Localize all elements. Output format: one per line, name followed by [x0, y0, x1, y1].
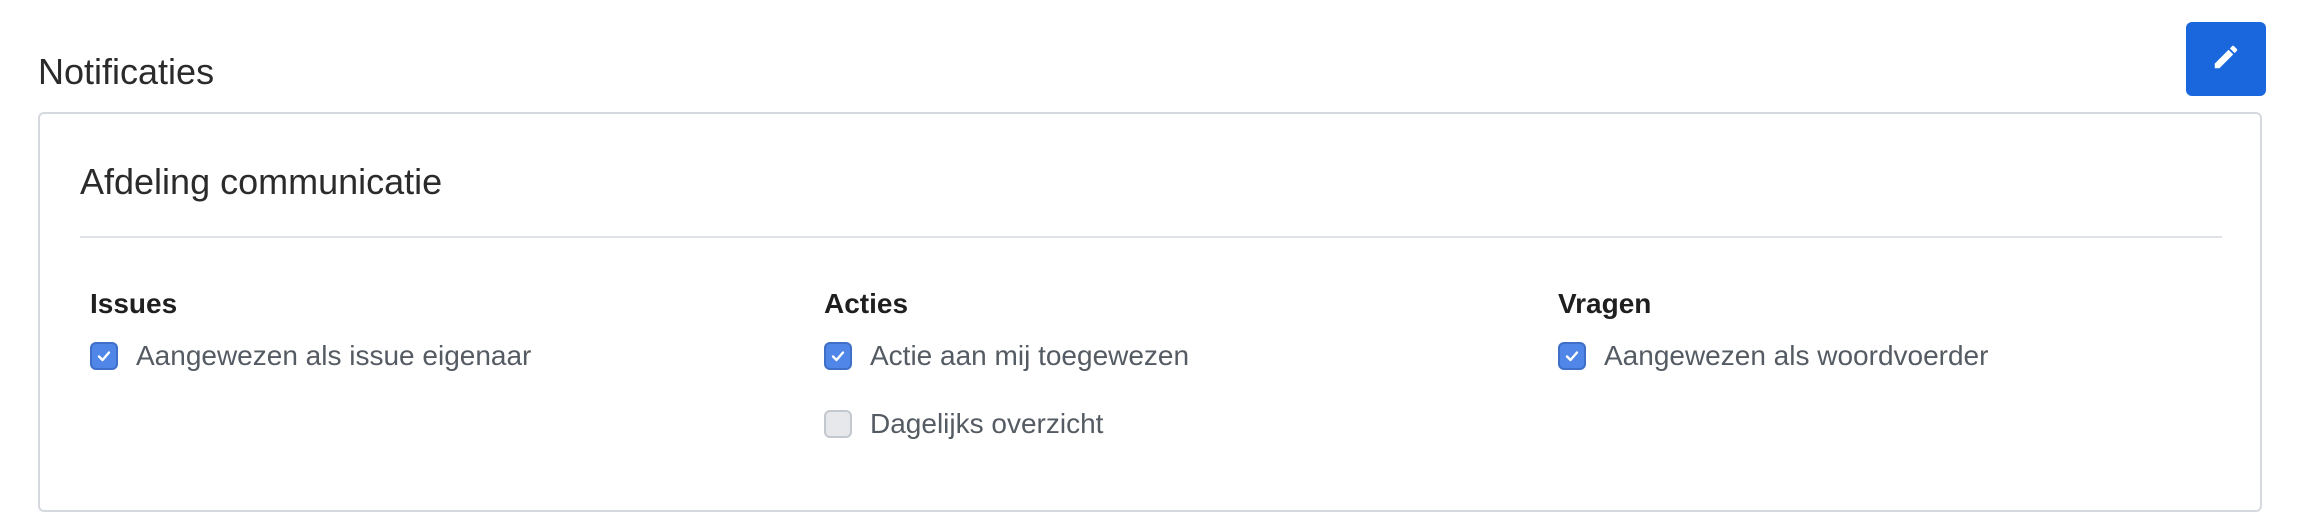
option-label[interactable]: Aangewezen als woordvoerder — [1604, 336, 1988, 376]
checkbox-checked[interactable] — [90, 342, 118, 370]
notifications-page: Notificaties Afdeling communicatie Issue… — [0, 0, 2300, 530]
acties-heading: Acties — [824, 288, 909, 319]
option-label[interactable]: Aangewezen als issue eigenaar — [136, 336, 531, 376]
option-label[interactable]: Actie aan mij toegewezen — [870, 336, 1189, 376]
pencil-icon — [2211, 42, 2241, 77]
check-icon — [97, 351, 111, 362]
divider — [80, 236, 2222, 238]
department-title: Afdeling communicatie — [80, 161, 443, 202]
checkbox-unchecked[interactable] — [824, 410, 852, 438]
department-panel: Afdeling communicatie Issues Aangewezen … — [38, 112, 2262, 512]
vragen-column: Vragen Aangewezen als woordvoerder — [1558, 284, 2258, 404]
acties-column: Acties Actie aan mij toegewezen Dagelijk… — [824, 284, 1524, 472]
option-action-assigned[interactable]: Actie aan mij toegewezen — [824, 336, 1524, 376]
option-spokesperson[interactable]: Aangewezen als woordvoerder — [1558, 336, 2258, 376]
checkbox-checked[interactable] — [824, 342, 852, 370]
check-icon — [1565, 351, 1579, 362]
issues-heading: Issues — [90, 288, 178, 319]
option-issue-owner[interactable]: Aangewezen als issue eigenaar — [90, 336, 790, 376]
checkbox-checked[interactable] — [1558, 342, 1586, 370]
check-icon — [831, 351, 845, 362]
page-title: Notificaties — [38, 51, 215, 92]
edit-button[interactable] — [2186, 22, 2266, 96]
vragen-heading: Vragen — [1558, 288, 1652, 319]
issues-column: Issues Aangewezen als issue eigenaar — [90, 284, 790, 404]
option-daily-overview[interactable]: Dagelijks overzicht — [824, 404, 1524, 444]
option-label[interactable]: Dagelijks overzicht — [870, 404, 1103, 444]
